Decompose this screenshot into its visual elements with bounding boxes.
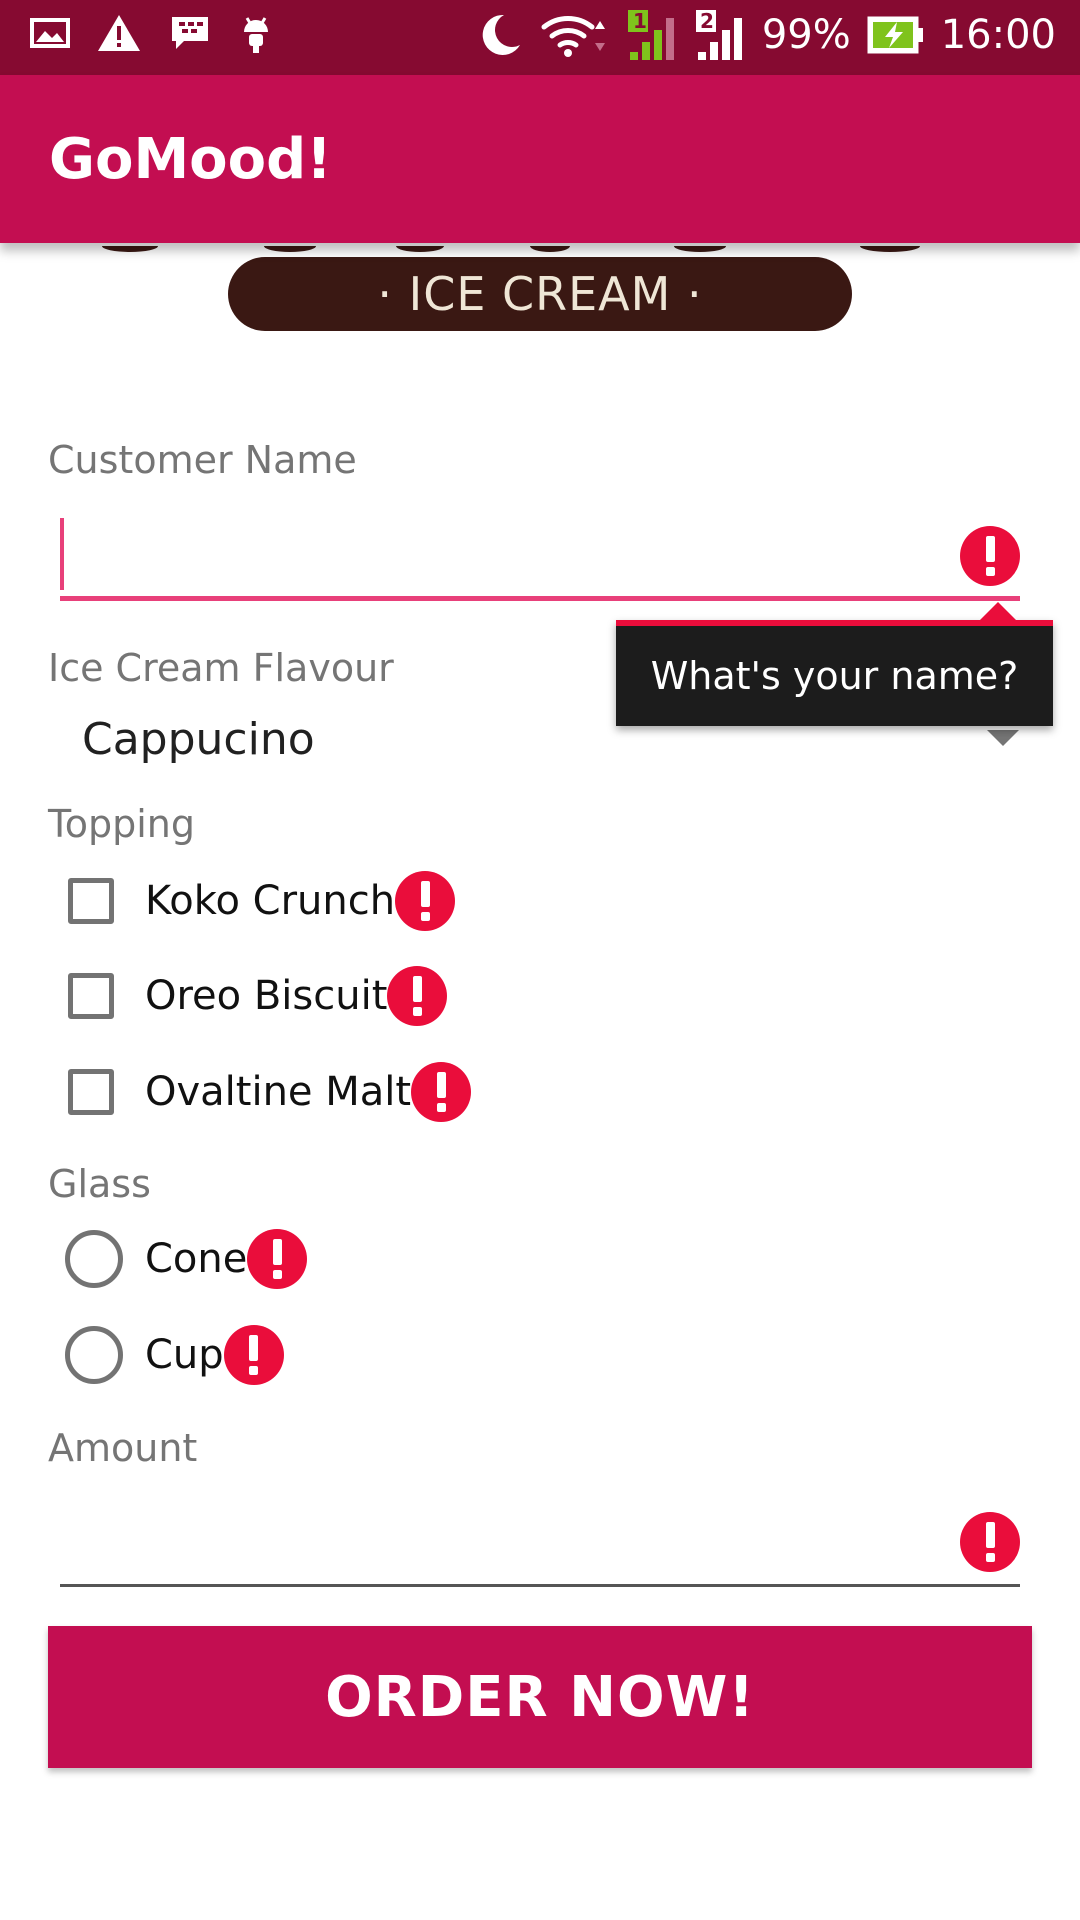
status-bar: 1 2 99% 16:00: [0, 0, 1080, 75]
android-icon: [244, 17, 268, 53]
customer-name-error-icon[interactable]: [960, 526, 1020, 586]
radio-button[interactable]: [65, 1230, 123, 1288]
option-label: Koko Crunch: [145, 878, 396, 924]
error-icon[interactable]: [247, 1229, 308, 1289]
app-title: GoMood!: [49, 127, 332, 192]
banner-image-peek: [90, 243, 990, 253]
amount-underline: [60, 1584, 1020, 1587]
radio-button[interactable]: [65, 1326, 123, 1384]
text-caret: [60, 518, 64, 590]
banner-letters-icon: [102, 243, 920, 252]
checkbox[interactable]: [68, 1069, 114, 1115]
customer-name-underline: [60, 596, 1020, 601]
order-now-button[interactable]: ORDER NOW!: [48, 1626, 1032, 1768]
amount-input[interactable]: [60, 1500, 1020, 1590]
warning-icon: [98, 15, 140, 51]
amount-error-icon[interactable]: [960, 1512, 1020, 1572]
option-label: Oreo Biscuit: [145, 973, 388, 1019]
signal-sim2-icon: 2: [695, 9, 742, 60]
option-label: Ovaltine Malt: [145, 1069, 412, 1115]
error-icon[interactable]: [387, 966, 448, 1026]
glass-label: Glass: [48, 1162, 151, 1206]
topping-option-oreo-biscuit[interactable]: Oreo Biscuit: [68, 966, 448, 1026]
amount-label: Amount: [48, 1426, 198, 1470]
flavour-label: Ice Cream Flavour: [48, 646, 394, 690]
blackberry-messenger-icon: [172, 17, 208, 49]
signal-sim1-icon: 1: [627, 9, 674, 60]
image-icon: [30, 18, 70, 48]
glass-option-cup[interactable]: Cup: [65, 1325, 284, 1385]
banner-ice-cream: · ICE CREAM ·: [228, 257, 852, 331]
checkbox[interactable]: [68, 973, 114, 1019]
clock: 16:00: [940, 12, 1056, 58]
flavour-selected-value: Cappucino: [82, 714, 315, 765]
app-bar: GoMood!: [0, 75, 1080, 243]
svg-text:1: 1: [633, 9, 647, 33]
glass-option-cone[interactable]: Cone: [65, 1229, 308, 1289]
customer-name-label: Customer Name: [48, 438, 357, 482]
error-icon[interactable]: [223, 1325, 284, 1385]
customer-name-input[interactable]: [60, 500, 1020, 606]
wifi-icon: [541, 16, 605, 57]
option-label: Cup: [145, 1332, 224, 1378]
battery-percent: 99%: [761, 12, 851, 58]
checkbox[interactable]: [68, 878, 114, 924]
dropdown-arrow-icon[interactable]: [987, 730, 1019, 746]
tooltip-arrow: [980, 602, 1016, 620]
error-icon[interactable]: [395, 871, 456, 931]
moon-icon: [482, 14, 520, 55]
svg-text:2: 2: [700, 9, 714, 33]
option-label: Cone: [145, 1236, 248, 1282]
error-icon[interactable]: [411, 1062, 472, 1122]
error-tooltip: What's your name?: [616, 620, 1053, 726]
battery-charging-icon: [867, 16, 923, 54]
topping-option-ovaltine-malt[interactable]: Ovaltine Malt: [68, 1062, 472, 1122]
topping-option-koko-crunch[interactable]: Koko Crunch: [68, 871, 456, 931]
topping-label: Topping: [48, 802, 196, 846]
